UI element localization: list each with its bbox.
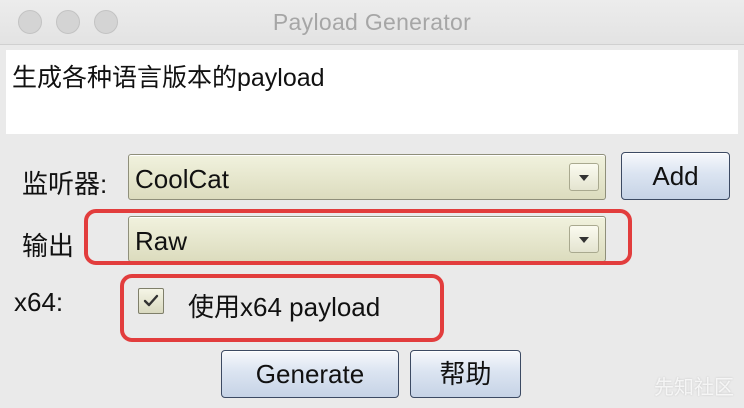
description-text: 生成各种语言版本的payload: [12, 64, 325, 92]
listener-select[interactable]: CoolCat: [128, 154, 606, 200]
payload-generator-window: Payload Generator 生成各种语言版本的payload 监听器: …: [0, 0, 744, 408]
x64-label: x64:: [14, 287, 64, 317]
window-title: Payload Generator: [272, 9, 472, 35]
title-bar: Payload Generator: [0, 0, 744, 45]
chevron-down-icon[interactable]: [569, 163, 599, 191]
watermark-text: 先知社区: [654, 377, 734, 399]
help-button[interactable]: 帮助: [410, 350, 521, 398]
listener-selected-value: CoolCat: [135, 164, 229, 194]
output-highlight-annotation: [84, 209, 632, 265]
generate-button[interactable]: Generate: [221, 350, 399, 398]
listener-label: 监听器:: [22, 169, 108, 199]
output-label: 输出: [22, 231, 75, 261]
add-listener-button[interactable]: Add: [621, 152, 730, 200]
x64-highlight-annotation: [120, 274, 444, 342]
